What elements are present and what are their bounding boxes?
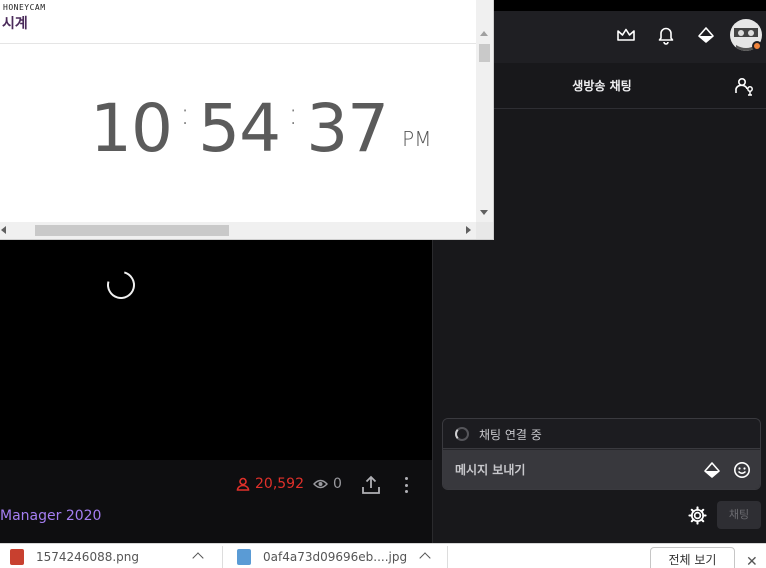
stream-info: [0, 460, 432, 543]
clock-hours: 10: [90, 90, 173, 167]
connecting-spinner-icon: [455, 427, 469, 441]
eye-icon: [313, 479, 328, 489]
diamond-gift-icon[interactable]: [703, 461, 721, 479]
divider: [447, 546, 448, 568]
chat-send-button[interactable]: 채팅: [717, 501, 761, 529]
scroll-down-arrow-icon[interactable]: [480, 210, 488, 215]
download-item[interactable]: 0af4a73d09696eb....jpg: [237, 544, 407, 568]
close-icon[interactable]: ✕: [746, 554, 758, 568]
scroll-right-arrow-icon[interactable]: [466, 226, 471, 234]
screen: 생방송 채팅 20,592 0 Manager 2020 채팅 연결 중 메시지…: [0, 0, 766, 568]
download-item[interactable]: 1574246088.png: [10, 544, 139, 568]
chat-users-icon[interactable]: [734, 76, 756, 96]
clock-separator: :: [179, 97, 191, 132]
view-count: 0: [313, 476, 342, 492]
clock-seconds: 37: [306, 90, 389, 167]
horizontal-scroll-thumb[interactable]: [35, 225, 229, 236]
online-status-dot: [752, 41, 762, 51]
scrollbar-corner: [476, 222, 493, 239]
chat-input-placeholder: 메시지 보내기: [455, 463, 526, 477]
watermark: HONEYCAM: [3, 3, 46, 12]
view-count-value: 0: [333, 476, 342, 492]
divider: [222, 546, 223, 568]
viewer-count: 20,592: [236, 476, 304, 492]
chat-settings-gear-icon[interactable]: [688, 506, 707, 525]
chevron-up-icon[interactable]: [192, 552, 204, 564]
scroll-left-arrow-icon[interactable]: [1, 226, 6, 234]
video-player[interactable]: [0, 238, 432, 460]
download-filename: 1574246088.png: [36, 549, 140, 564]
diamond-icon[interactable]: [695, 24, 717, 46]
png-file-icon: [10, 548, 24, 565]
chat-message-input[interactable]: 메시지 보내기: [443, 450, 760, 489]
person-icon: [236, 477, 250, 491]
clock-display: 10 : 54 : 37 PM: [90, 84, 432, 174]
chat-connection-status: 채팅 연결 중: [443, 419, 760, 449]
chevron-up-icon[interactable]: [419, 552, 431, 564]
show-all-downloads-button[interactable]: 전체 보기: [650, 547, 735, 568]
clock-separator: :: [288, 97, 299, 132]
more-options-icon[interactable]: [400, 474, 412, 496]
clock-window: HONEYCAM 시계 10 : 54 : 37 PM: [0, 0, 494, 240]
scroll-up-arrow-icon[interactable]: [480, 31, 488, 36]
bell-icon[interactable]: [655, 24, 677, 46]
vertical-scroll-thumb[interactable]: [479, 44, 490, 62]
viewer-count-value: 20,592: [255, 476, 304, 492]
clock-ampm: PM: [402, 127, 432, 151]
chat-composer: 채팅 연결 중 메시지 보내기: [442, 418, 761, 490]
emoji-icon[interactable]: [733, 461, 751, 479]
share-icon[interactable]: [360, 474, 382, 496]
crown-icon[interactable]: [615, 24, 637, 46]
stream-category[interactable]: Manager 2020: [0, 508, 101, 524]
image-file-icon: [237, 548, 251, 565]
title-divider: [0, 43, 476, 44]
chat-status-text: 채팅 연결 중: [479, 428, 542, 442]
window-title: 시계: [2, 16, 28, 32]
clock-minutes: 54: [198, 90, 281, 167]
download-filename: 0af4a73d09696eb....jpg: [263, 549, 408, 564]
